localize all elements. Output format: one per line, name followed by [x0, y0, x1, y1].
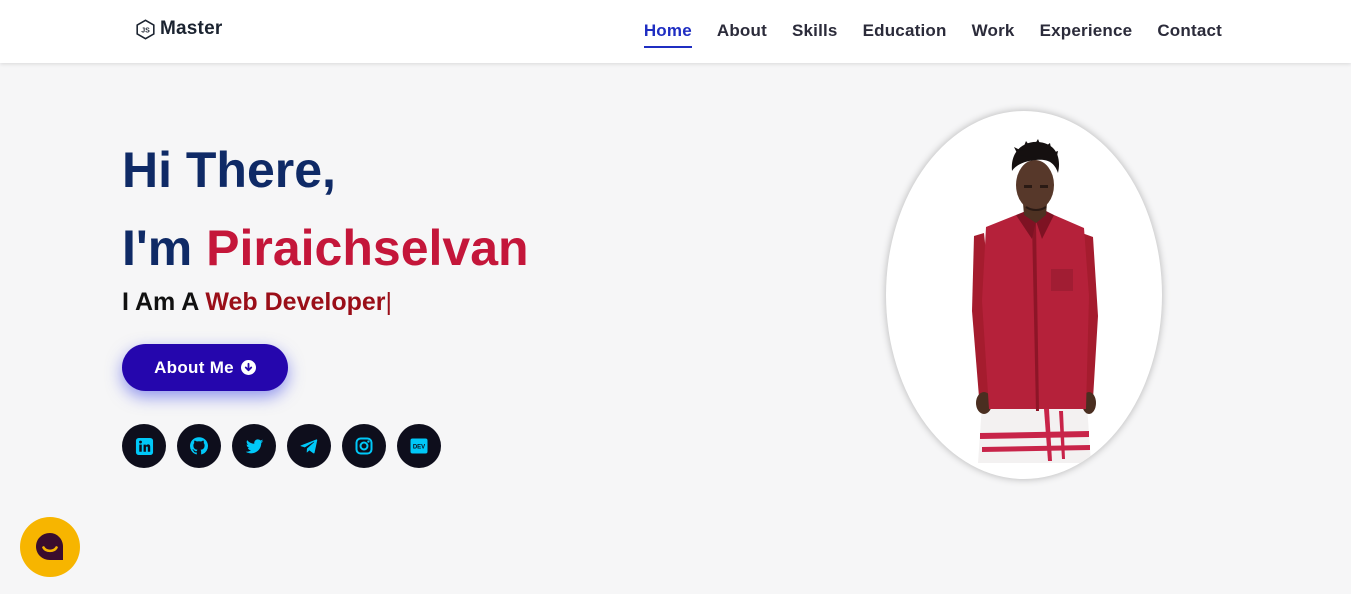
- dev-icon: DEV: [410, 438, 428, 454]
- subtitle-prefix: I Am A: [122, 288, 206, 316]
- dev-badge-text: DEV: [413, 445, 425, 451]
- profile-person-illustration: [972, 139, 1098, 463]
- nav-home[interactable]: Home: [643, 13, 692, 50]
- nodejs-logo-icon: JS: [136, 18, 155, 40]
- typing-caret: |: [385, 288, 393, 316]
- about-me-label: About Me: [154, 357, 234, 377]
- nav-education[interactable]: Education: [863, 13, 947, 50]
- instagram-icon: [355, 437, 373, 455]
- profile-photo: [886, 111, 1162, 479]
- site-header: JS Master Home About Skills Education Wo…: [0, 0, 1351, 63]
- dev-link[interactable]: DEV: [397, 424, 441, 468]
- chat-bubble-icon: [36, 533, 63, 560]
- telegram-icon: [300, 439, 318, 454]
- greeting-line: Hi There,: [122, 142, 336, 198]
- twitter-link[interactable]: [232, 424, 276, 468]
- twitter-icon: [245, 438, 263, 453]
- logo-text: Master: [160, 18, 223, 39]
- telegram-link[interactable]: [287, 424, 331, 468]
- nav-experience[interactable]: Experience: [1040, 13, 1133, 50]
- svg-text:JS: JS: [141, 27, 150, 34]
- typed-subtitle: I Am A Web Developer|: [122, 288, 392, 317]
- logo[interactable]: JS Master: [135, 18, 222, 40]
- hero-title: Hi There, I'm Piraichselvan: [122, 132, 529, 287]
- linkedin-icon: [135, 437, 153, 455]
- nav-about[interactable]: About: [717, 13, 767, 50]
- intro-prefix: I'm: [122, 219, 207, 276]
- chat-widget-button[interactable]: [20, 517, 80, 577]
- nav-skills[interactable]: Skills: [792, 13, 838, 50]
- arrow-down-circle-icon: [240, 360, 256, 375]
- nav-contact[interactable]: Contact: [1157, 13, 1222, 50]
- github-link[interactable]: [177, 424, 221, 468]
- about-me-button[interactable]: About Me: [122, 344, 288, 391]
- main-nav: Home About Skills Education Work Experie…: [643, 0, 1222, 63]
- github-icon: [190, 437, 208, 455]
- instagram-link[interactable]: [342, 424, 386, 468]
- typed-role: Web Developer: [205, 288, 386, 316]
- linkedin-link[interactable]: [122, 424, 166, 468]
- nav-work[interactable]: Work: [972, 13, 1015, 50]
- social-links: DEV: [122, 424, 441, 468]
- hero-name: Piraichselvan: [206, 219, 529, 276]
